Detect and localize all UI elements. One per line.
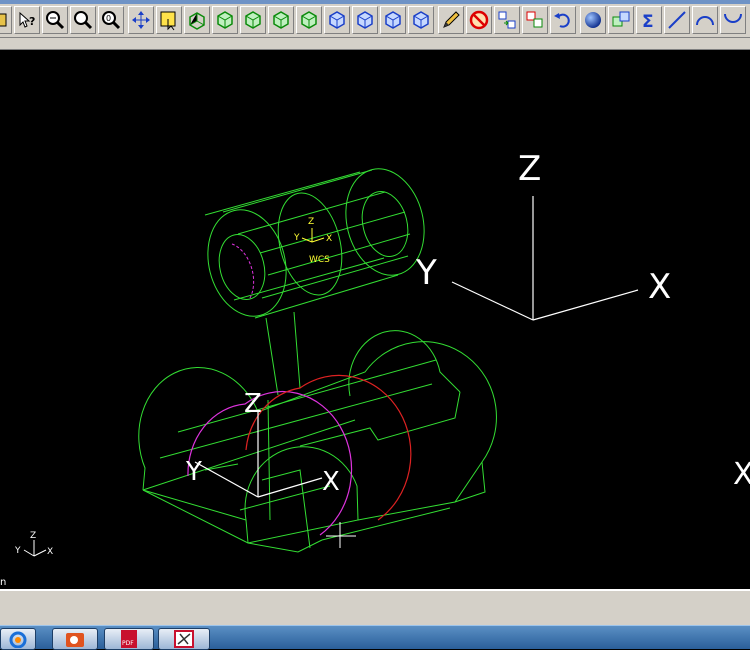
- sum-glyph: Σ: [642, 12, 654, 31]
- graphics-viewport[interactable]: Z Y X Z Y X Z Y X WCS X Z Y X n: [0, 50, 750, 589]
- view-cube-button[interactable]: [352, 6, 378, 34]
- sphere-icon: [585, 12, 601, 28]
- view-cube-button[interactable]: [380, 6, 406, 34]
- layer-icon: [612, 11, 630, 27]
- help-cursor-icon: ?: [19, 11, 35, 28]
- partial-button[interactable]: [0, 6, 12, 34]
- arc-icon: [696, 16, 714, 26]
- presentation-icon: [66, 633, 84, 647]
- pencil-icon: [443, 11, 460, 28]
- green-cube-icon: [273, 11, 289, 29]
- zoom-out-button[interactable]: [70, 6, 96, 34]
- wcs-z-label: Z: [308, 217, 314, 227]
- pdf-app[interactable]: PDF: [104, 628, 154, 650]
- base-wireframe: [138, 330, 497, 553]
- pdf-label: PDF: [122, 640, 134, 647]
- layer-button[interactable]: [608, 6, 634, 34]
- world-axis-x-label: X: [648, 267, 671, 307]
- view-cube-button[interactable]: [408, 6, 434, 34]
- wcs-y-label: Y: [293, 233, 300, 243]
- rotate-view-button[interactable]: [184, 6, 210, 34]
- zoom-out-icon: [74, 11, 93, 30]
- blue-cube-icon: [329, 11, 345, 29]
- offscreen-x-label: X: [733, 457, 750, 492]
- connector-wireframe: [265, 311, 301, 396]
- blue-cube-icon: [385, 11, 401, 29]
- taskbar: PDF: [0, 625, 750, 650]
- copy-icon: [526, 11, 543, 28]
- line-button[interactable]: [664, 6, 690, 34]
- green-cube-icon: [217, 11, 233, 29]
- blue-cube-icon: [357, 11, 373, 29]
- select-window-icon: [160, 11, 176, 31]
- sleeve-wireframe: [204, 168, 425, 319]
- browser-app[interactable]: [0, 628, 36, 650]
- transform-button[interactable]: [494, 6, 520, 34]
- view-cube-button[interactable]: [212, 6, 238, 34]
- message-bar: [0, 589, 750, 625]
- cad-icon: [174, 630, 194, 648]
- transform-icon: [498, 11, 516, 29]
- view-cube-button[interactable]: [240, 6, 266, 34]
- world-axis-y-label: Y: [415, 253, 437, 293]
- model-canvas: Z Y X Z Y X Z Y X WCS X Z Y X n: [0, 149, 750, 588]
- sum-icon: Σ: [642, 12, 654, 31]
- no-entry-icon: [469, 10, 489, 30]
- corner-axis-z-label: Z: [30, 531, 36, 541]
- toolbar-separator: [0, 38, 750, 50]
- help-cursor-button[interactable]: ?: [14, 6, 40, 34]
- svg-text:?: ?: [29, 15, 35, 28]
- green-cube-icon: [301, 11, 317, 29]
- corner-axes: [23, 540, 47, 557]
- world-axes: [451, 196, 639, 321]
- presentation-app[interactable]: [52, 628, 98, 650]
- cad-app[interactable]: [158, 628, 210, 650]
- zoom-window-button[interactable]: [42, 6, 68, 34]
- sum-button[interactable]: Σ: [636, 6, 662, 34]
- pan-button[interactable]: [128, 6, 154, 34]
- wcs-x-label: X: [326, 234, 332, 244]
- green-cube-icon: [245, 11, 261, 29]
- rotate-view-icon: [189, 12, 205, 30]
- no-entity-button[interactable]: [466, 6, 492, 34]
- part-axis-z-label: Z: [244, 389, 262, 419]
- edit-pencil-button[interactable]: [438, 6, 464, 34]
- part-axis-y-label: Y: [185, 457, 202, 487]
- line-icon: [668, 11, 686, 29]
- corner-axis-x-label: X: [47, 547, 53, 557]
- zoom-window-icon: [46, 11, 65, 30]
- undo-button[interactable]: [550, 6, 576, 34]
- wcs-label: WCS: [309, 255, 330, 265]
- undo-arrow-icon: [554, 13, 570, 28]
- part-axes: [194, 410, 323, 498]
- view-cube-button[interactable]: [296, 6, 322, 34]
- arc-button[interactable]: [692, 6, 718, 34]
- world-axis-z-label: Z: [518, 149, 541, 189]
- select-button[interactable]: [156, 6, 182, 34]
- corner-axis-y-label: Y: [14, 546, 21, 556]
- curve-icon: [724, 13, 742, 23]
- pan-arrows-icon: [132, 11, 150, 29]
- copy-button[interactable]: [522, 6, 548, 34]
- zoom-fit-icon: 0: [102, 11, 121, 30]
- browser-icon: [9, 631, 27, 648]
- blue-cube-icon: [413, 11, 429, 29]
- shade-sphere-button[interactable]: [580, 6, 606, 34]
- status-text: n: [0, 577, 6, 588]
- svg-text:0: 0: [106, 14, 111, 23]
- part-axis-x-label: X: [322, 467, 340, 497]
- curve-button[interactable]: [720, 6, 746, 34]
- zoom-fit-button[interactable]: 0: [98, 6, 124, 34]
- view-cube-button[interactable]: [324, 6, 350, 34]
- pdf-icon: PDF: [121, 630, 137, 648]
- view-cube-button[interactable]: [268, 6, 294, 34]
- toolbar: ? 0 Σ: [0, 4, 750, 38]
